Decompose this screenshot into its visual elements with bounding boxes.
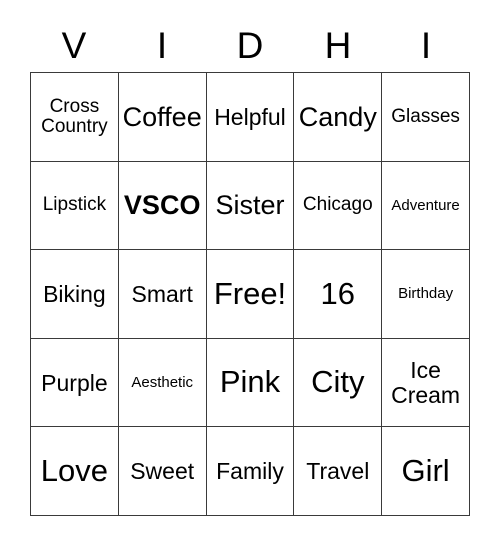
bingo-cell-label: Sweet xyxy=(130,458,195,485)
bingo-cell[interactable]: Pink xyxy=(206,338,295,428)
bingo-cell[interactable]: Glasses xyxy=(382,73,470,162)
bingo-cell-label: Cross Country xyxy=(41,95,108,137)
bingo-cell[interactable]: Purple xyxy=(31,338,119,428)
bingo-header-letter: H xyxy=(324,24,352,66)
bingo-header-letter: V xyxy=(61,24,87,66)
bingo-header-letter: I xyxy=(156,24,168,66)
bingo-cell-label: Birthday xyxy=(398,285,454,303)
bingo-cell-label: Coffee xyxy=(122,101,202,132)
bingo-cell-label: Love xyxy=(40,452,109,488)
bingo-cell-label: City xyxy=(311,364,365,400)
bingo-cell-label: Lipstick xyxy=(42,194,107,216)
bingo-cell[interactable]: Aesthetic xyxy=(118,338,207,428)
bingo-cell[interactable]: Family xyxy=(206,427,295,516)
bingo-cell-label: Adventure xyxy=(391,196,460,214)
bingo-cell-label: Travel xyxy=(306,458,370,485)
bingo-cell-label: Candy xyxy=(298,101,377,132)
bingo-header-row: VIDHI xyxy=(30,20,470,70)
bingo-grid: Cross Country Coffee Helpful Candy Glasses Li… xyxy=(30,72,470,516)
bingo-cell-label: Girl xyxy=(401,452,450,488)
bingo-cell-label: Sister xyxy=(215,190,285,221)
bingo-cell-label: Pink xyxy=(219,364,281,400)
bingo-card: V I D H I Cross Country Coffee Helpful Candy Gla… xyxy=(0,0,500,544)
bingo-cell[interactable]: 16 xyxy=(294,250,383,339)
bingo-cell[interactable]: Cross Country xyxy=(31,73,119,162)
bingo-cell[interactable]: Coffee xyxy=(118,73,207,162)
bingo-cell-label: Family xyxy=(216,458,284,485)
bingo-cell[interactable]: Chicago xyxy=(294,161,383,251)
bingo-cell-label: Ice Cream xyxy=(391,357,461,408)
bingo-cell-label: Smart xyxy=(131,280,193,307)
bingo-cell[interactable]: Sweet xyxy=(118,427,207,516)
bingo-cell[interactable]: Birthday xyxy=(382,250,470,339)
bingo-cell-label: Glasses xyxy=(391,105,460,127)
bingo-cell[interactable]: Girl xyxy=(382,427,470,516)
bingo-cell[interactable]: Biking xyxy=(31,250,119,339)
bingo-cell[interactable]: Travel xyxy=(294,427,383,516)
bingo-header-letter: D xyxy=(236,24,264,66)
bingo-cell[interactable]: Love xyxy=(31,427,119,516)
bingo-cell[interactable]: Smart xyxy=(118,250,207,339)
bingo-cell-label: Purple xyxy=(41,369,108,396)
bingo-cell-label: Helpful xyxy=(214,103,286,130)
bingo-cell[interactable]: Candy xyxy=(294,73,383,162)
bingo-cell[interactable]: Free! xyxy=(206,250,295,339)
bingo-cell[interactable]: Sister xyxy=(206,161,295,251)
bingo-cell-label: Aesthetic xyxy=(131,373,194,391)
bingo-header-letter: I xyxy=(420,24,432,66)
bingo-cell-label: Biking xyxy=(43,280,106,307)
bingo-cell-label: Chicago xyxy=(302,194,373,216)
bingo-cell-label: Free! xyxy=(213,275,287,311)
bingo-cell[interactable]: Adventure xyxy=(382,161,470,251)
bingo-cell[interactable]: Helpful xyxy=(206,73,295,162)
bingo-cell[interactable]: VSCO xyxy=(118,161,207,251)
bingo-cell[interactable]: City xyxy=(294,338,383,428)
bingo-cell-label: VSCO xyxy=(123,190,201,221)
bingo-cell[interactable]: Lipstick xyxy=(31,161,119,251)
bingo-cell[interactable]: Ice Cream xyxy=(382,338,470,428)
bingo-cell-label: 16 xyxy=(320,275,356,311)
